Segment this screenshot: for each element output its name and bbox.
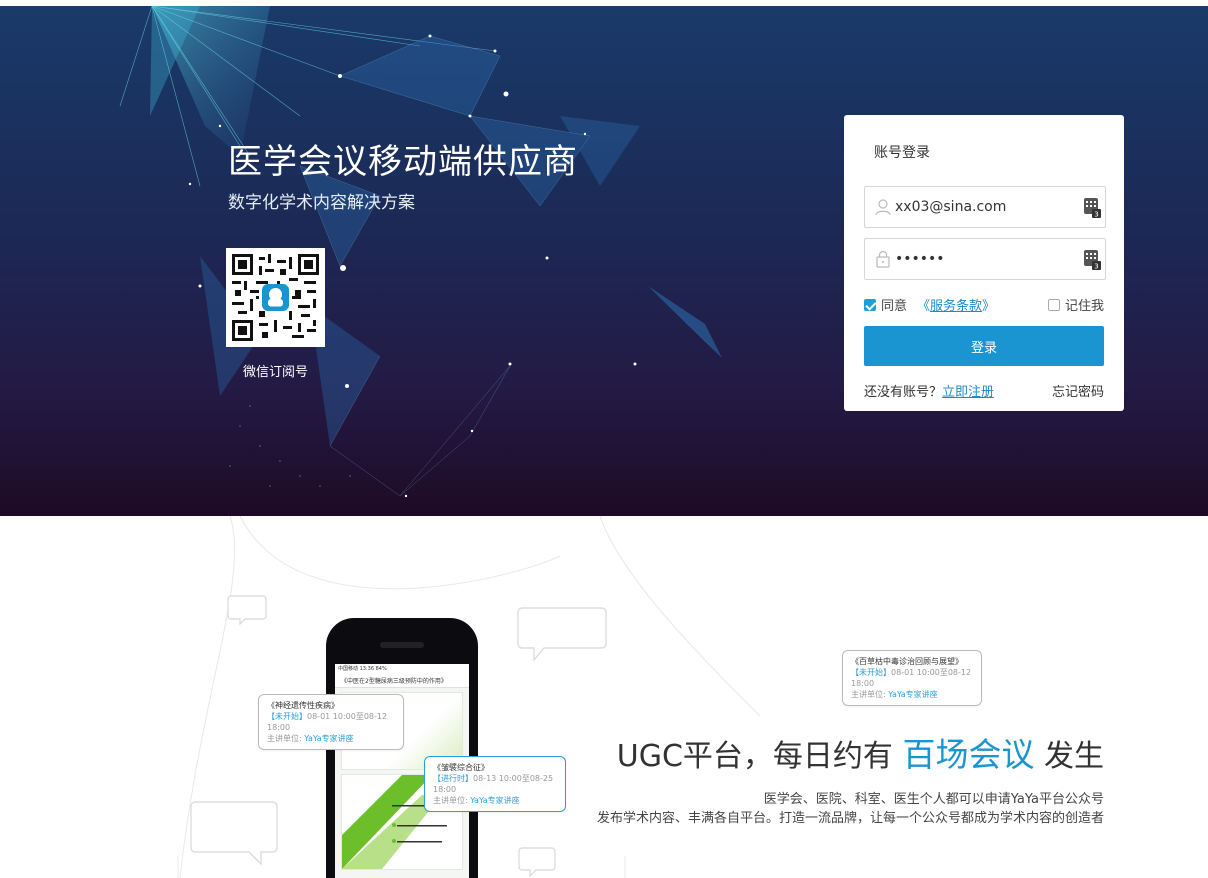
remember-me-checkbox[interactable] <box>1047 298 1060 311</box>
qr-code-icon <box>232 254 319 341</box>
lock-icon <box>876 250 890 268</box>
ugc-headline: UGC平台，每日约有 百场会议 发生 <box>616 735 1104 774</box>
headline-highlight: 百场会议 <box>902 735 1035 774</box>
remember-me-row: 记住我 <box>1047 295 1104 314</box>
page: 医学会议移动端供应商 数字化学术内容解决方案 微信订阅号 账号登录 xx03@s… <box>0 0 1208 878</box>
password-manager-icon[interactable]: 3 <box>1084 198 1101 218</box>
meeting-bubble-2: 《皱襞综合征》 【进行时】08-13 10:00至08-25 18:00 主讲单… <box>424 756 566 812</box>
phone-status-bar: 中国移动 13:36 84% <box>335 664 469 672</box>
register-link[interactable]: 立即注册 <box>942 385 994 400</box>
remember-me-label: 记住我 <box>1064 299 1104 314</box>
password-value: •••••• <box>895 251 945 267</box>
username-value: xx03@sina.com <box>895 199 1007 215</box>
agree-terms-row: 同意 《服务条款》 <box>864 295 995 314</box>
phone-speaker <box>380 642 424 648</box>
forgot-password-link[interactable]: 忘记密码 <box>1052 381 1104 400</box>
login-title: 账号登录 <box>874 145 930 161</box>
password-manager-icon[interactable]: 3 <box>1084 250 1101 270</box>
register-prompt: 还没有账号？立即注册 <box>864 385 995 400</box>
agree-checkbox[interactable] <box>864 298 876 311</box>
svg-text:3: 3 <box>1094 211 1098 219</box>
wechat-qr-code <box>226 248 325 347</box>
user-icon <box>875 199 891 216</box>
agree-label: 同意 <box>881 299 908 314</box>
ugc-feature-section: 中国移动 13:36 84% 《中医在2型糖尿病三级预防中的作用》 《神经遗传性… <box>0 516 1208 878</box>
hero-subtitle: 数字化学术内容解决方案 <box>228 193 415 213</box>
ugc-description: 医学会、医院、科室、医生个人都可以申请YaYa平台公众号 发布学术内容、丰满各自… <box>596 792 1104 826</box>
phone-nav-title: 《中医在2型糖尿病三级预防中的作用》 <box>335 672 469 688</box>
username-field[interactable]: xx03@sina.com 3 <box>864 186 1106 228</box>
login-panel: 账号登录 xx03@sina.com 3 •••••• 3 同意 《服务条款》 … <box>844 115 1124 411</box>
password-field[interactable]: •••••• 3 <box>864 238 1106 280</box>
hero-title: 医学会议移动端供应商 <box>228 142 578 182</box>
svg-text:3: 3 <box>1094 263 1098 271</box>
meeting-bubble-1: 《神经遗传性疾病》 【未开始】08-01 10:00至08-12 18:00 主… <box>258 694 404 750</box>
qr-code-label: 微信订阅号 <box>242 365 308 380</box>
terms-of-service-link[interactable]: 《服务条款》 <box>917 295 995 314</box>
login-button[interactable]: 登录 <box>864 326 1104 366</box>
meeting-bubble-3: 《百草枯中毒诊治回顾与展望》 【未开始】08-01 10:00至08-12 18… <box>842 650 982 706</box>
